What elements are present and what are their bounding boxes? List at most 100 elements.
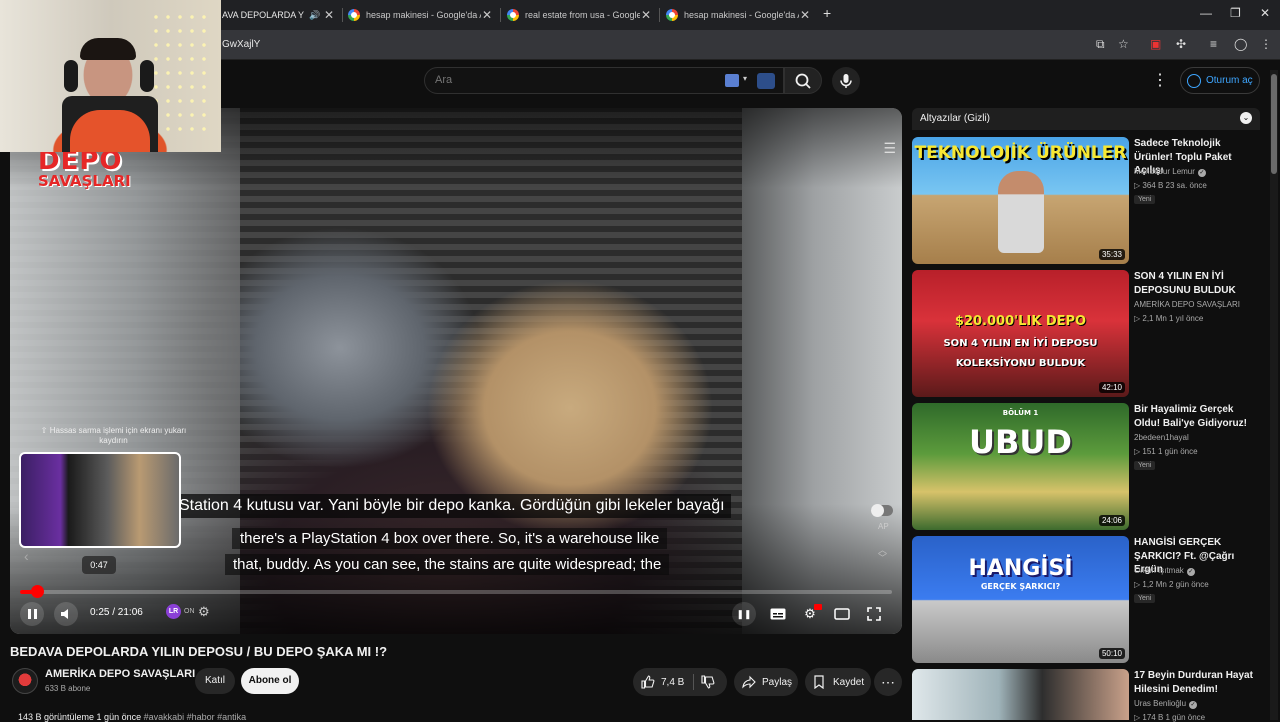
keyboard-translate-icon[interactable] [725, 74, 739, 87]
channel-name[interactable]: AMERİKA DEPO SAVAŞLARI [45, 668, 195, 680]
tab-hesap-makinesi-2[interactable]: hesap makinesi - Google'da Ara ✕ [666, 2, 816, 28]
player-menu-icon[interactable]: ☰ [883, 140, 896, 157]
recommendation-channel[interactable]: 2bedeen1hayal [1134, 433, 1189, 442]
recommendation-stats: ▷ 364 B 23 sa. önce [1134, 181, 1207, 190]
video-player[interactable]: DEPO SAVAŞLARI ☰ Station 4 kutusu var. Y… [10, 108, 902, 634]
tab-active-video[interactable]: AVA DEPOLARDA YILIN 🔊 ✕ [222, 2, 340, 28]
page-scrollbar-thumb[interactable] [1271, 74, 1277, 174]
dislike-button[interactable] [693, 675, 715, 689]
recommendation-title[interactable]: SON 4 YILIN EN İYİ DEPOSUNU BULDUK [1134, 270, 1262, 297]
chevron-down-icon[interactable]: ▾ [743, 74, 747, 83]
chevron-left-icon[interactable]: ‹ [24, 548, 29, 564]
volume-button[interactable] [54, 602, 78, 626]
logo-line-2: SAVAŞLARI [38, 172, 131, 190]
recommendation-channel[interactable]: Orkun Işıtmak ✓ [1134, 566, 1195, 576]
recommendation-item[interactable]: HANGİSİ GERÇEK ŞARKICI? 50:10 HANGİSİ GE… [912, 536, 1262, 664]
pause-icon-bar [33, 609, 37, 619]
webcam-person-hair [80, 38, 136, 60]
voice-search-button[interactable] [832, 67, 860, 95]
tab-hesap-makinesi[interactable]: hesap makinesi - Google'da Ara ✕ [348, 2, 498, 28]
recommendation-channel[interactable]: Uras Benlioğlu ✓ [1134, 699, 1198, 709]
recommendation-channel-name: Orkun Işıtmak [1134, 566, 1184, 575]
tab-title: AVA DEPOLARDA YILIN [222, 10, 304, 20]
time-display: 0:25 / 21:06 [90, 607, 143, 618]
install-app-icon[interactable]: ⧉ [1096, 37, 1105, 52]
save-button[interactable]: Kaydet [805, 668, 871, 696]
recommendation-stats: ▷ 174 B 1 gün önce [1134, 713, 1205, 722]
more-actions-button[interactable]: ⋯ [874, 668, 902, 696]
profile-icon[interactable]: ◯ [1234, 37, 1247, 51]
recommendation-stats: ▷ 1,2 Mn 2 gün önce [1134, 580, 1209, 589]
recommendation-item[interactable]: $20.000'LIK DEPO SON 4 YILIN EN İYİ DEPO… [912, 270, 1262, 398]
theater-mode-button[interactable] [830, 602, 854, 626]
recommendation-thumbnail[interactable]: TEKNOLOJİK ÜRÜNLER 35:33 [912, 137, 1129, 264]
minimize-icon[interactable]: — [1200, 6, 1212, 20]
signin-button[interactable]: Oturum aç [1180, 67, 1260, 94]
close-tab-icon[interactable]: ✕ [482, 8, 492, 22]
verified-check-icon: ✓ [1186, 568, 1195, 576]
browser-menu-icon[interactable]: ⋮ [1260, 37, 1272, 51]
tab-title: hesap makinesi - Google'da Ara [366, 10, 481, 20]
subscriber-count: 633 B abone [45, 684, 91, 693]
autoplay-label: AP [878, 522, 889, 531]
gear-icon[interactable]: ⚙ [198, 604, 210, 620]
share-button[interactable]: Paylaş [734, 668, 798, 696]
like-button[interactable]: 7,4 B [633, 675, 693, 689]
extensions-puzzle-icon[interactable]: ✣ [1176, 37, 1186, 51]
headset-right [140, 60, 154, 92]
subtitles-icon [770, 608, 786, 620]
subtitle-english-line-1: there's a PlayStation 4 box over there. … [232, 528, 668, 549]
progress-bar[interactable] [20, 585, 892, 598]
autoplay-toggle[interactable] [871, 504, 893, 517]
recommendation-thumbnail[interactable]: BÖLÜM 1 UBUD 24:06 [912, 403, 1129, 530]
recommendation-item[interactable]: 17 Beyin Durduran Hayat Hilesini Denedim… [912, 669, 1262, 722]
extension-badge-icon[interactable]: ▣ [1150, 37, 1161, 51]
search-button[interactable] [784, 67, 822, 94]
subscribe-button[interactable]: Abone ol [241, 668, 299, 694]
close-tab-icon[interactable]: ✕ [641, 8, 651, 22]
volume-icon [61, 609, 68, 619]
channel-avatar[interactable] [12, 668, 38, 694]
recommendation-channel[interactable]: Mendebur Lemur ✓ [1134, 167, 1206, 177]
recommendation-channel[interactable]: AMERİKA DEPO SAVAŞLARI [1134, 300, 1240, 309]
recommendation-stats: ▷ 151 1 gün önce [1134, 447, 1198, 456]
recommendation-item[interactable]: TEKNOLOJİK ÜRÜNLER 35:33 Sadece Teknoloj… [912, 137, 1262, 265]
more-options-icon[interactable]: ⋮ [1152, 70, 1168, 90]
miniplayer-pause-button[interactable]: ❚❚ [732, 602, 756, 626]
recommendation-item[interactable]: BÖLÜM 1 UBUD 24:06 Bir Hayalimiz Gerçek … [912, 403, 1262, 531]
headset-left [64, 60, 78, 92]
search-input[interactable] [435, 74, 715, 86]
new-badge: Yeni [1134, 461, 1156, 470]
recommendation-thumbnail[interactable] [912, 669, 1129, 720]
address-bar[interactable]: GwXajlY [222, 39, 260, 50]
screen-keyboard-icon[interactable] [757, 73, 775, 89]
restore-icon[interactable]: ❐ [1230, 6, 1241, 20]
video-meta: 143 B görüntüleme 1 gün önce #avakkabi #… [18, 712, 246, 722]
join-button[interactable]: Katıl [195, 668, 235, 694]
search-box[interactable]: ▾ [424, 67, 784, 94]
recommendation-title[interactable]: Bir Hayalimiz Gerçek Oldu! Bali'ye Gidiy… [1134, 403, 1262, 430]
recommendation-stats-text: 151 1 gün önce [1142, 447, 1198, 456]
tab-separator [659, 8, 660, 22]
recommendation-title[interactable]: 17 Beyin Durduran Hayat Hilesini Denedim… [1134, 669, 1262, 696]
pause-button[interactable] [20, 602, 44, 626]
bookmark-star-icon[interactable]: ☆ [1118, 37, 1129, 51]
recommendation-thumbnail[interactable]: $20.000'LIK DEPO SON 4 YILIN EN İYİ DEPO… [912, 270, 1129, 397]
media-control-icon[interactable]: ≡ [1210, 37, 1217, 51]
close-tab-icon[interactable]: ✕ [324, 8, 334, 22]
close-window-icon[interactable]: ✕ [1260, 6, 1270, 20]
language-reactor-badge[interactable]: LR [166, 604, 181, 619]
chevron-down-icon[interactable]: ⌄ [1240, 112, 1252, 124]
settings-button[interactable]: ⚙ [798, 602, 822, 626]
hashtags[interactable]: #avakkabi #habor #antika [144, 712, 247, 722]
recommendation-thumbnail[interactable]: HANGİSİ GERÇEK ŞARKICI? 50:10 [912, 536, 1129, 663]
new-tab-button[interactable]: + [823, 5, 831, 21]
captions-panel-header[interactable]: Altyazılar (Gizli) ⌄ [912, 108, 1260, 130]
close-tab-icon[interactable]: ✕ [800, 8, 810, 22]
subtitles-button[interactable] [766, 602, 790, 626]
tab-real-estate[interactable]: real estate from usa - Google'da Ara ✕ [507, 2, 657, 28]
share-icon [742, 675, 756, 689]
fullscreen-button[interactable] [862, 602, 886, 626]
swap-chevrons-icon[interactable]: ︿ ﹀ [878, 545, 887, 562]
recommendation-stats: ▷ 2,1 Mn 1 yıl önce [1134, 314, 1203, 323]
